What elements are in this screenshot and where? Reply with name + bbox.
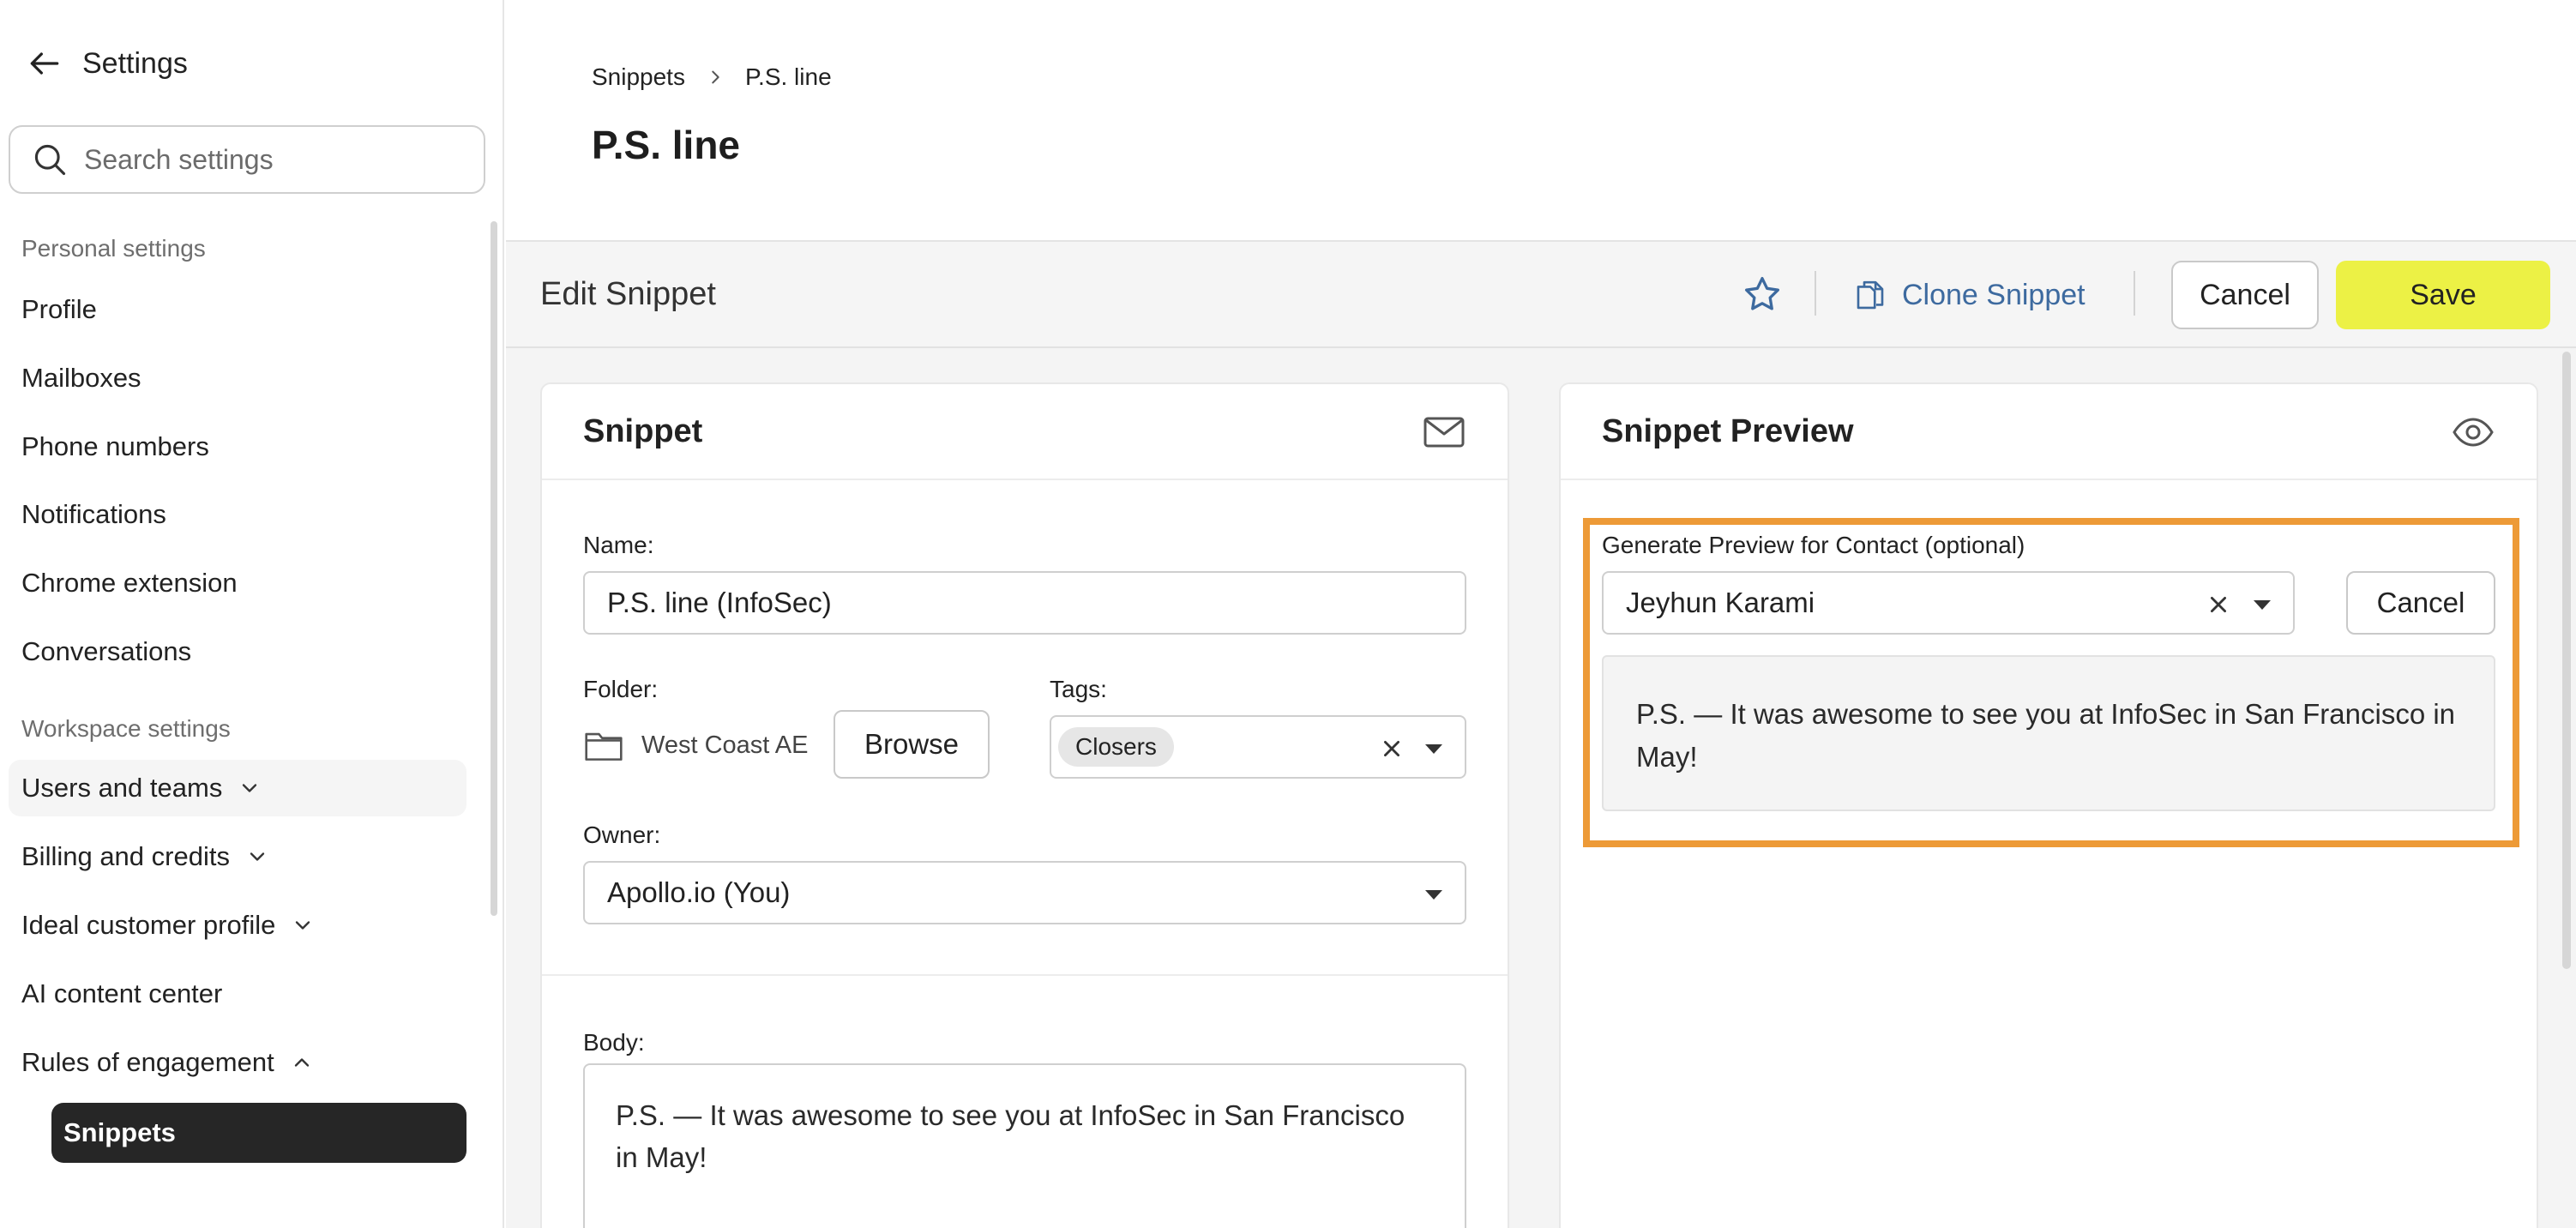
snippet-panel-header: Snippet [542,384,1508,480]
caret-down-icon[interactable] [2252,595,2272,614]
snippet-panel-title: Snippet [583,413,703,449]
sidebar-item-notifications[interactable]: Notifications [9,486,466,543]
settings-sidebar: Settings Personal settings Profile Mailb… [0,0,504,1228]
preview-cancel-button[interactable]: Cancel [2346,571,2495,635]
sidebar-item-snippets[interactable]: Snippets [51,1103,466,1163]
tag-chip[interactable]: Closers [1058,727,1174,767]
mail-icon[interactable] [1422,413,1466,451]
folder-display: West Coast AE [583,727,809,763]
sidebar-item-mailboxes[interactable]: Mailboxes [9,350,466,406]
edit-toolbar: Edit Snippet Clone Snippet Cancel Save [506,242,2576,348]
name-label: Name: [583,532,654,558]
body-label: Body: [583,1029,645,1056]
sidebar-item-label: Rules of engagement [21,1047,274,1077]
sidebar-item-rules-of-engagement[interactable]: Rules of engagement [9,1034,466,1091]
contact-value: Jeyhun Karami [1626,587,1815,618]
sidebar-item-label: Ideal customer profile [21,910,276,940]
folder-label: Folder: [583,676,659,702]
star-icon[interactable] [1741,273,1784,316]
sidebar-item-ai-content-center[interactable]: AI content center [9,966,466,1022]
preview-output: P.S. — It was awesome to see you at Info… [1602,655,2495,811]
search-settings[interactable] [9,125,485,194]
preview-text: P.S. — It was awesome to see you at Info… [1636,698,2456,773]
search-icon [34,144,66,176]
breadcrumb: Snippets P.S. line [592,63,832,91]
cancel-button[interactable]: Cancel [2171,261,2319,329]
folder-value: West Coast AE [641,731,809,759]
folder-icon [585,732,623,761]
copy-icon [1857,280,1884,310]
owner-select[interactable]: Apollo.io (You) [583,861,1466,924]
snippet-panel: Snippet Name: P.S. line (InfoSec) Folder… [540,382,1509,1228]
chevron-up-icon [294,1058,309,1067]
sidebar-item-profile[interactable]: Profile [9,281,466,338]
sidebar-item-label: Chrome extension [21,568,238,598]
main-scrollbar[interactable] [2562,352,2571,969]
body-editor[interactable]: P.S. — It was awesome to see you at Info… [583,1063,1466,1228]
sidebar-item-users-and-teams[interactable]: Users and teams [9,760,466,816]
contact-label: Generate Preview for Contact (optional) [1602,532,2025,558]
snippet-preview-panel: Snippet Preview Generate Preview for Con… [1559,382,2538,1228]
clear-icon[interactable] [2207,593,2230,616]
tags-label: Tags: [1050,676,1107,702]
edit-snippet-title: Edit Snippet [540,276,716,312]
toolbar-divider [2134,271,2135,316]
section-divider [542,974,1508,976]
workspace-settings-heading: Workspace settings [21,715,231,742]
body-text: P.S. — It was awesome to see you at Info… [616,1099,1405,1173]
clone-snippet-button[interactable]: Clone Snippet [1852,268,2085,322]
preview-panel-title: Snippet Preview [1602,413,1854,449]
sidebar-item-ideal-customer-profile[interactable]: Ideal customer profile [9,897,466,954]
sidebar-item-label: Profile [21,294,97,324]
name-field[interactable]: P.S. line (InfoSec) [583,571,1466,635]
sidebar-item-label: Billing and credits [21,841,230,871]
tags-select[interactable]: Closers [1050,715,1466,779]
sidebar-item-label: Users and teams [21,773,223,803]
sidebar-item-label: Mailboxes [21,363,141,393]
arrow-left-icon [30,52,59,75]
search-input[interactable] [84,143,478,176]
owner-label: Owner: [583,822,661,848]
sidebar-item-billing-and-credits[interactable]: Billing and credits [9,828,466,885]
chevron-right-icon [712,70,719,84]
breadcrumb-snippets[interactable]: Snippets [592,63,685,91]
personal-settings-heading: Personal settings [21,235,206,262]
sidebar-item-conversations[interactable]: Conversations [9,623,466,680]
page-header: Snippets P.S. line P.S. line [506,0,2576,242]
chevron-down-icon [296,921,310,930]
sidebar-item-chrome-extension[interactable]: Chrome extension [9,555,466,611]
owner-value: Apollo.io (You) [607,876,791,908]
sidebar-item-label: Snippets [63,1117,176,1147]
clone-snippet-label: Clone Snippet [1902,278,2085,311]
caret-down-icon[interactable] [1423,739,1444,758]
sidebar-item-label: AI content center [21,978,223,1008]
breadcrumb-current: P.S. line [744,63,832,90]
sidebar-item-label: Conversations [21,636,192,666]
contact-select[interactable]: Jeyhun Karami [1602,571,2295,635]
sidebar-item-label: Notifications [21,499,166,529]
name-value: P.S. line (InfoSec) [607,587,832,618]
browse-button[interactable]: Browse [834,710,990,779]
chevron-down-icon [243,784,257,792]
page-title: P.S. line [592,123,741,167]
sidebar-item-phone-numbers[interactable]: Phone numbers [9,418,466,475]
toolbar-divider [1815,271,1816,316]
sidebar-scrollbar[interactable] [491,221,497,916]
main-content: Snippets P.S. line P.S. line Edit Snippe… [506,0,2576,1228]
chevron-down-icon [250,852,265,861]
sidebar-item-label: Phone numbers [21,431,209,461]
back-to-settings[interactable]: Settings [26,45,188,82]
eye-icon[interactable] [2451,413,2495,451]
caret-down-icon[interactable] [1423,885,1444,904]
preview-panel-header: Snippet Preview [1561,384,2537,480]
settings-title: Settings [82,46,188,80]
clear-icon[interactable] [1381,737,1403,760]
save-button[interactable]: Save [2336,261,2550,329]
